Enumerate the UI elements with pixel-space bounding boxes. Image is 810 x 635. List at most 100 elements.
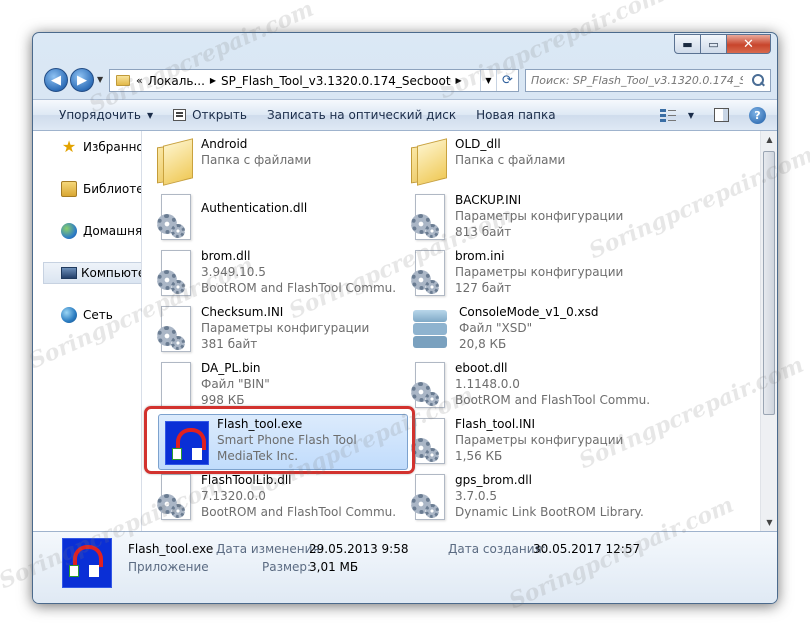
sidebar-item-label: Библиотеки xyxy=(83,182,141,196)
file-name: Authentication.dll xyxy=(201,201,308,215)
arrow-left-icon: ◀ xyxy=(51,72,61,88)
file-description: Dynamic Link BootROM Library. xyxy=(455,505,644,519)
list-item[interactable]: gps_brom.dll 3.7.0.5 Dynamic Link BootROM … xyxy=(397,472,651,528)
refresh-icon: ⟳ xyxy=(502,73,513,88)
list-item[interactable]: brom.dll 3.949.10.5 BootROM and FlashTool … xyxy=(143,248,397,304)
new-folder-button[interactable]: Новая папка xyxy=(476,108,555,122)
close-button[interactable]: ✕ xyxy=(727,34,771,54)
details-created-label: Дата создания: xyxy=(448,542,546,556)
list-item[interactable]: Checksum.INI Параметры конфигурации 381 ба… xyxy=(143,304,397,360)
file-size: 381 байт xyxy=(201,337,258,351)
refresh-button[interactable]: ⟳ xyxy=(496,70,518,91)
scroll-thumb[interactable] xyxy=(763,151,775,415)
minimize-button[interactable]: ▬ xyxy=(674,34,701,54)
sidebar-item-label: Домашняя xyxy=(83,224,142,238)
file-name: DA_PL.bin xyxy=(201,361,261,375)
maximize-icon: ▭ xyxy=(708,37,719,51)
libraries-icon xyxy=(61,181,77,197)
file-name: BACKUP.INI xyxy=(455,193,522,207)
list-item[interactable]: BACKUP.INI Параметры конфигурации 813 байт xyxy=(397,192,651,248)
file-name: brom.ini xyxy=(455,249,505,263)
file-type: Параметры конфигурации xyxy=(201,321,370,335)
organize-button[interactable]: Упорядочить ▼ xyxy=(59,108,153,122)
file-size: 1,56 КБ xyxy=(455,449,503,463)
xsd-file-icon xyxy=(411,306,451,354)
file-type: Папка с файлами xyxy=(201,153,312,167)
change-view-icon[interactable] xyxy=(659,108,676,122)
vertical-scrollbar[interactable]: ▲ ▼ xyxy=(760,131,777,531)
annotation-highlight-frame xyxy=(144,406,415,474)
file-version: 1.1148.0.0 xyxy=(455,377,520,391)
file-name: Android xyxy=(201,137,248,151)
dll-icon xyxy=(157,194,193,242)
scroll-down-button[interactable]: ▼ xyxy=(761,514,777,531)
sidebar-item-libraries[interactable]: Библиотеки xyxy=(33,178,141,200)
chevron-up-icon: ▲ xyxy=(766,135,773,144)
back-button[interactable]: ◀ xyxy=(44,68,68,92)
list-item[interactable]: Flash_tool.INI Параметры конфигурации 1,56… xyxy=(397,416,651,472)
address-bar[interactable]: « Локаль... ▶ SP_Flash_Tool_v3.1320.0.17… xyxy=(109,69,519,92)
sidebar-item-network[interactable]: Сеть xyxy=(33,304,113,326)
new-folder-label: Новая папка xyxy=(476,108,556,122)
navigation-pane: ★ Избранное Библиотеки Домашняя Компьюте… xyxy=(33,131,142,531)
chevron-right-icon[interactable]: ▶ xyxy=(210,76,216,85)
address-history-dropdown[interactable]: ▼ xyxy=(480,70,496,91)
breadcrumb-current-folder[interactable]: SP_Flash_Tool_v3.1320.0.174_Secboot xyxy=(221,74,450,88)
minimize-icon: ▬ xyxy=(682,37,693,51)
organize-label: Упорядочить xyxy=(59,108,141,122)
search-box[interactable] xyxy=(525,69,771,92)
list-item[interactable]: Authentication.dll xyxy=(143,192,397,248)
network-icon xyxy=(61,307,77,323)
details-size-value: 3,01 МБ xyxy=(309,560,359,574)
caption-buttons: ▬ ▭ ✕ xyxy=(674,34,771,54)
sidebar-item-label: Избранное xyxy=(83,140,141,154)
details-file-type: Приложение xyxy=(128,560,209,574)
scroll-up-button[interactable]: ▲ xyxy=(761,131,777,148)
open-label: Открыть xyxy=(192,108,247,122)
list-item[interactable]: brom.ini Параметры конфигурации 127 байт xyxy=(397,248,651,304)
file-version: 3.949.10.5 xyxy=(201,265,266,279)
list-item[interactable]: eboot.dll 1.1148.0.0 BootROM and FlashTool… xyxy=(397,360,651,416)
file-name: Checksum.INI xyxy=(201,305,284,319)
file-name: ConsoleMode_v1_0.xsd xyxy=(459,305,599,319)
details-size-label: Размер: xyxy=(262,560,312,574)
file-name: gps_brom.dll xyxy=(455,473,532,487)
list-item[interactable]: ConsoleMode_v1_0.xsd Файл "XSD" 20,8 КБ xyxy=(397,304,651,360)
search-input[interactable] xyxy=(531,74,743,87)
list-item[interactable]: Android Папка с файлами xyxy=(143,136,397,192)
forward-button[interactable]: ▶ xyxy=(70,68,94,92)
file-description: BootROM and FlashTool Commu... xyxy=(455,393,651,407)
address-overflow-chevron[interactable]: « xyxy=(136,74,143,87)
view-options-dropdown[interactable]: ▼ xyxy=(688,111,694,120)
chevron-right-icon[interactable]: ▶ xyxy=(456,76,462,85)
file-size: 127 байт xyxy=(455,281,512,295)
config-file-icon xyxy=(411,194,447,242)
explorer-window: ▬ ▭ ✕ ◀ ▶ ▼ « Локаль... ▶ SP_Flash_Tool_… xyxy=(32,32,778,604)
dll-icon xyxy=(157,474,193,522)
sidebar-item-homegroup[interactable]: Домашняя xyxy=(33,220,142,242)
breadcrumb-local-disk[interactable]: Локаль... xyxy=(148,74,205,88)
recent-pages-dropdown[interactable]: ▼ xyxy=(97,75,103,84)
preview-pane-icon[interactable] xyxy=(714,108,729,122)
file-description: BootROM and FlashTool Commu... xyxy=(201,281,397,295)
file-type: Папка с файлами xyxy=(455,153,566,167)
open-button[interactable]: Открыть xyxy=(173,108,247,122)
list-item[interactable]: FlashToolLib.dll 7.1320.0.0 BootROM and Fl… xyxy=(143,472,397,528)
close-icon: ✕ xyxy=(743,36,754,52)
details-created-value: 30.05.2017 12:57 xyxy=(533,542,641,556)
sidebar-item-favorites[interactable]: ★ Избранное xyxy=(33,136,141,158)
dll-icon xyxy=(411,474,447,522)
search-icon[interactable] xyxy=(750,73,766,89)
help-icon[interactable]: ? xyxy=(749,106,766,124)
burn-disc-button[interactable]: Записать на оптический диск xyxy=(267,108,456,122)
sidebar-item-computer[interactable]: Компьютер xyxy=(43,262,141,284)
config-file-icon xyxy=(411,250,447,298)
maximize-button[interactable]: ▭ xyxy=(701,34,727,54)
file-version: 3.7.0.5 xyxy=(455,489,497,503)
sidebar-item-label: Компьютер xyxy=(81,266,141,280)
file-name: brom.dll xyxy=(201,249,251,263)
list-item[interactable]: OLD_dll Папка с файлами xyxy=(397,136,651,192)
file-type: Параметры конфигурации xyxy=(455,209,624,223)
burn-disc-label: Записать на оптический диск xyxy=(266,108,457,122)
config-file-icon xyxy=(411,418,447,466)
